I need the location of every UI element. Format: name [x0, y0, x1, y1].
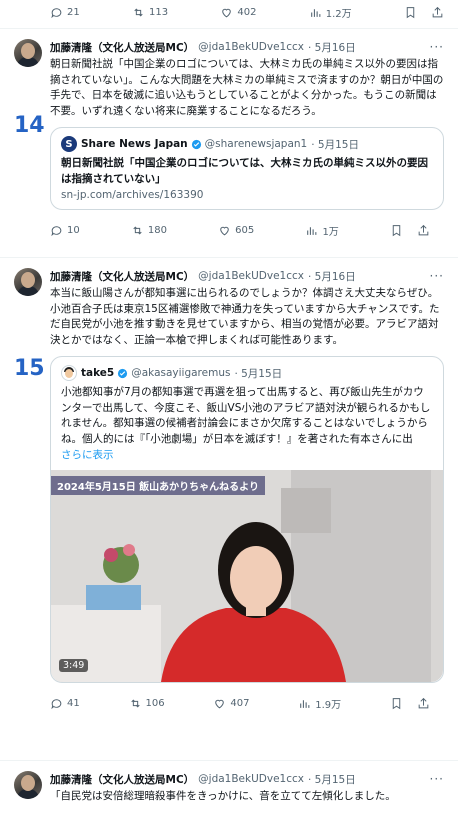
card-source-handle: @sharenewsjapan1: [204, 138, 308, 150]
card-link[interactable]: sn-jp.com/archives/163390: [61, 189, 433, 201]
views-icon: [307, 226, 317, 235]
more-icon[interactable]: ···: [430, 772, 444, 786]
quote-author-handle: @akasayiigaremus: [131, 367, 231, 379]
reply-icon: [51, 7, 62, 18]
sharenews-logo-icon: S: [61, 136, 77, 152]
reply-button[interactable]: 10: [50, 224, 80, 237]
bookmark-icon[interactable]: [390, 697, 403, 710]
more-icon[interactable]: ···: [430, 269, 444, 283]
verified-badge-icon: [191, 139, 201, 149]
verified-badge-icon: [118, 368, 128, 378]
share-icon[interactable]: [431, 6, 444, 19]
tweet-text: 朝日新聞社説「中国企業のロゴについては、大林ミカ氏の単純ミス以外の要因は指摘され…: [50, 58, 444, 117]
quote-avatar: [61, 365, 77, 381]
heart-icon: [222, 8, 232, 17]
share-icon[interactable]: [417, 224, 430, 237]
avatar[interactable]: [14, 771, 42, 799]
heart-icon: [220, 226, 229, 235]
tweet-14[interactable]: 14 加藤清隆（文化人放送局MC） @jda1BekUDve1ccx · 5月1…: [0, 29, 458, 257]
bookmark-icon[interactable]: [390, 224, 403, 237]
like-button[interactable]: 402: [220, 6, 256, 19]
share-icon[interactable]: [417, 697, 430, 710]
tweet-number: 14: [14, 113, 45, 138]
views-button[interactable]: 1.2万: [309, 5, 352, 20]
top-tweet-actions: 21 113 402 1.2万: [0, 0, 458, 22]
video-caption: 2024年5月15日 飯山あかりちゃんねるより: [51, 476, 265, 495]
views-icon: [300, 699, 310, 708]
author-name[interactable]: 加藤清隆（文化人放送局MC）: [50, 772, 194, 787]
views-button[interactable]: 1.9万: [298, 696, 341, 711]
retweet-button[interactable]: 113: [132, 6, 168, 19]
reply-button[interactable]: 21: [50, 6, 80, 19]
quoted-article-card[interactable]: S Share News Japan @sharenewsjapan1 · 5月…: [50, 127, 444, 210]
reply-icon: [51, 698, 62, 709]
avatar[interactable]: [14, 39, 42, 67]
like-button[interactable]: 407: [213, 697, 249, 710]
author-name[interactable]: 加藤清隆（文化人放送局MC）: [50, 269, 194, 284]
video-duration: 3:49: [59, 659, 89, 672]
more-icon[interactable]: ···: [430, 40, 444, 54]
video-thumbnail: [51, 470, 431, 682]
video-player[interactable]: 2024年5月15日 飯山あかりちゃんねるより 3:49: [51, 470, 443, 682]
retweet-icon: [130, 699, 140, 707]
quote-text: 小池都知事が7月の都知事選で再選を狙って出馬すると、再び飯山先生がカウンターで出…: [61, 386, 431, 445]
tweet-date[interactable]: · 5月16日: [308, 269, 356, 284]
views-icon: [310, 8, 321, 17]
reply-icon: [51, 225, 62, 236]
card-title: 朝日新聞社説「中国企業のロゴについては、大林ミカ氏の単純ミス以外の要因は指摘され…: [61, 157, 428, 185]
views-button[interactable]: 1万: [305, 223, 339, 238]
tweet-15[interactable]: 15 加藤清隆（文化人放送局MC） @jda1BekUDve1ccx · 5月1…: [0, 258, 458, 760]
avatar[interactable]: [14, 268, 42, 296]
author-handle[interactable]: @jda1BekUDve1ccx: [198, 270, 304, 282]
retweet-button[interactable]: 180: [131, 224, 167, 237]
retweet-icon: [134, 8, 143, 16]
retweet-icon: [133, 226, 142, 234]
tweet-text: 「自民党は安倍総理暗殺事件をきっかけに、音を立てて左傾化しました。: [50, 790, 396, 802]
quote-date: · 5月15日: [234, 367, 283, 380]
author-handle[interactable]: @jda1BekUDve1ccx: [198, 41, 304, 53]
heart-icon: [215, 699, 225, 708]
show-more-link[interactable]: さらに表示: [61, 447, 433, 462]
reply-button[interactable]: 41: [50, 697, 80, 710]
author-handle[interactable]: @jda1BekUDve1ccx: [198, 773, 304, 785]
tweet-text: 本当に飯山陽さんが都知事選に出られるのでしょうか？体調さえ大丈夫ならぜひ。小池百…: [50, 287, 440, 346]
quoted-tweet[interactable]: take5 @akasayiigaremus · 5月15日 小池都知事が7月の…: [50, 356, 444, 683]
author-name[interactable]: 加藤清隆（文化人放送局MC）: [50, 40, 194, 55]
like-button[interactable]: 605: [218, 224, 254, 237]
card-source-name: Share News Japan: [81, 138, 188, 150]
retweet-button[interactable]: 106: [129, 697, 165, 710]
tweet-date[interactable]: · 5月16日: [308, 40, 356, 55]
bookmark-icon[interactable]: [404, 6, 417, 19]
tweet-number: 15: [14, 356, 45, 381]
quote-author-name: take5: [81, 367, 115, 379]
card-date: · 5月15日: [311, 138, 359, 151]
tweet-16[interactable]: 加藤清隆（文化人放送局MC） @jda1BekUDve1ccx · 5月15日 …: [0, 761, 458, 811]
tweet-date[interactable]: · 5月15日: [308, 772, 356, 787]
